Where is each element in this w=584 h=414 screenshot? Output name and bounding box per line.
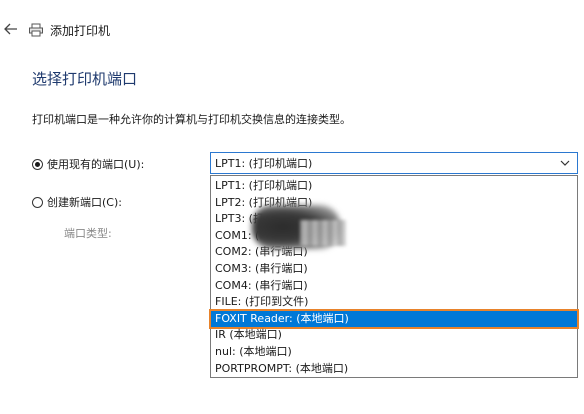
back-button[interactable] xyxy=(2,20,20,38)
page-heading: 选择打印机端口 xyxy=(32,70,138,88)
back-arrow-icon xyxy=(4,23,17,35)
use-existing-port-label: 使用现有的端口(U): xyxy=(47,158,145,171)
window-title: 添加打印机 xyxy=(50,23,111,38)
page-description: 打印机端口是一种允许你的计算机与打印机交换信息的连接类型。 xyxy=(32,113,351,126)
create-new-port-radio[interactable] xyxy=(32,196,43,208)
dropdown-item[interactable]: LPT1: (打印机端口) xyxy=(211,178,577,194)
create-new-port-option[interactable]: 创建新端口(C): xyxy=(32,194,122,210)
chevron-down-icon xyxy=(560,160,570,166)
redacted-mosaic xyxy=(300,220,346,246)
dropdown-item-highlighted[interactable]: FOXIT Reader: (本地端口) xyxy=(209,308,579,329)
create-new-port-label: 创建新端口(C): xyxy=(47,196,122,209)
existing-port-select-value: LPT1: (打印机端口) xyxy=(215,157,313,170)
printer-icon xyxy=(29,23,43,37)
existing-port-select[interactable]: LPT1: (打印机端口) xyxy=(210,152,578,174)
use-existing-port-radio[interactable] xyxy=(32,158,43,170)
radio-selected-dot xyxy=(35,161,40,167)
use-existing-port-option[interactable]: 使用现有的端口(U): xyxy=(32,156,144,172)
dropdown-item[interactable]: nul: (本地端口) xyxy=(211,344,577,360)
dropdown-item[interactable]: FILE: (打印到文件) xyxy=(211,294,577,310)
dropdown-item[interactable]: PORTPROMPT: (本地端口) xyxy=(211,361,577,377)
title-bar: 添加打印机 xyxy=(28,19,110,41)
port-type-label: 端口类型: xyxy=(64,227,112,240)
dropdown-item[interactable]: IR (本地端口) xyxy=(211,327,577,343)
add-printer-dialog: 添加打印机 选择打印机端口 打印机端口是一种允许你的计算机与打印机交换信息的连接… xyxy=(0,0,584,414)
dropdown-item[interactable]: COM3: (串行端口) xyxy=(211,261,577,277)
dropdown-item[interactable]: COM4: (串行端口) xyxy=(211,278,577,294)
